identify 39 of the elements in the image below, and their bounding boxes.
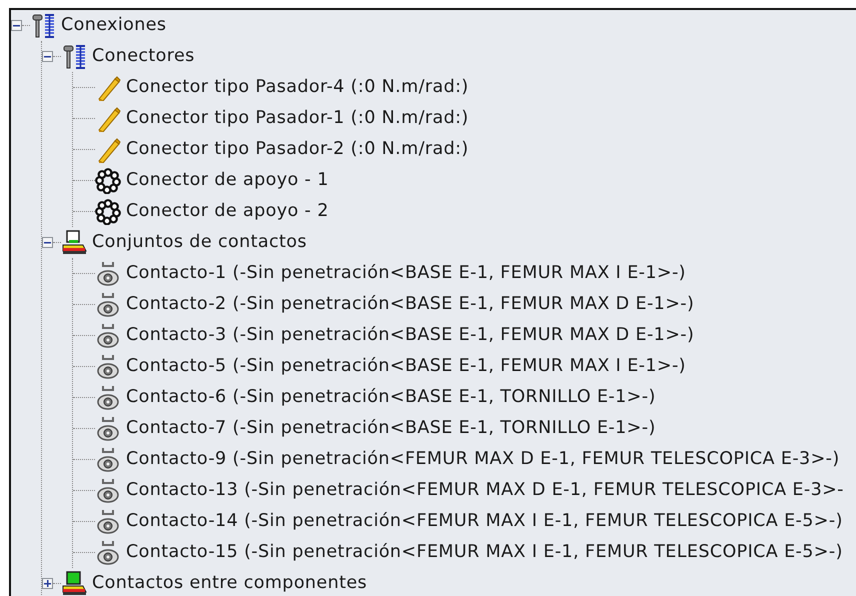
bolt-spring-icon xyxy=(30,12,56,38)
tree-item[interactable]: Contacto-6 (-Sin penetración<BASE E-1, TORNILLO E-1>-) xyxy=(126,387,656,408)
eye-icon xyxy=(95,354,121,380)
tree-item[interactable]: Conector de apoyo - 2 xyxy=(126,201,329,222)
tree-item[interactable]: Conector tipo Pasador-4 (:0 N.m/rad:) xyxy=(126,77,469,98)
tree-item[interactable]: Conjuntos de contactos xyxy=(92,232,307,253)
tree-item[interactable]: Contacto-13 (-Sin penetración<FEMUR MAX D E-1, FEMUR TELESCOPICA E-3>- xyxy=(126,480,844,501)
tree-item[interactable]: Contacto-7 (-Sin penetración<BASE E-1, TORNILLO E-1>-) xyxy=(126,418,656,439)
eye-icon xyxy=(95,384,121,410)
bearing-icon xyxy=(95,168,121,194)
collapse-toggle[interactable] xyxy=(42,237,53,248)
tree-item[interactable]: Contacto-3 (-Sin penetración<BASE E-1, FEMUR MAX D E-1>-) xyxy=(126,325,694,346)
eye-icon xyxy=(95,292,121,318)
bearing-icon xyxy=(95,198,121,224)
eye-icon xyxy=(95,260,121,286)
tree-item[interactable]: Conectores xyxy=(92,46,195,67)
tree-item[interactable]: Conexiones xyxy=(61,15,166,36)
tree-item[interactable]: Contacto-2 (-Sin penetración<BASE E-1, FEMUR MAX D E-1>-) xyxy=(126,294,694,315)
tree-item[interactable]: Conector tipo Pasador-2 (:0 N.m/rad:) xyxy=(126,139,469,160)
tree-item[interactable]: Contacto-9 (-Sin penetración<FEMUR MAX D E-1, FEMUR TELESCOPICA E-3>-) xyxy=(126,449,840,470)
computer-icon xyxy=(61,230,87,256)
tree-item[interactable]: Contacto-14 (-Sin penetración<FEMUR MAX I E-1, FEMUR TELESCOPICA E-5>-) xyxy=(126,511,843,532)
expand-toggle[interactable] xyxy=(42,578,53,589)
tree-item[interactable]: Contacto-15 (-Sin penetración<FEMUR MAX I E-1, FEMUR TELESCOPICA E-5>-) xyxy=(126,542,843,563)
eye-icon xyxy=(95,322,121,348)
eye-icon xyxy=(95,478,121,504)
eye-icon xyxy=(95,540,121,566)
tree-item[interactable]: Conector tipo Pasador-1 (:0 N.m/rad:) xyxy=(126,108,469,129)
bolt-spring-icon xyxy=(61,44,87,70)
collapse-toggle[interactable] xyxy=(42,51,53,62)
eye-icon xyxy=(95,416,121,442)
tree-item[interactable]: Contacto-1 (-Sin penetración<BASE E-1, FEMUR MAX I E-1>-) xyxy=(126,263,686,284)
eye-icon xyxy=(95,446,121,472)
eye-icon xyxy=(95,508,121,534)
tree-item[interactable]: Conector de apoyo - 1 xyxy=(126,170,329,191)
collapse-toggle[interactable] xyxy=(11,20,22,31)
tree-item[interactable]: Contacto-5 (-Sin penetración<BASE E-1, FEMUR MAX I E-1>-) xyxy=(126,356,686,377)
tree-item[interactable]: Contactos entre componentes xyxy=(92,573,368,594)
computer-icon xyxy=(61,570,87,596)
